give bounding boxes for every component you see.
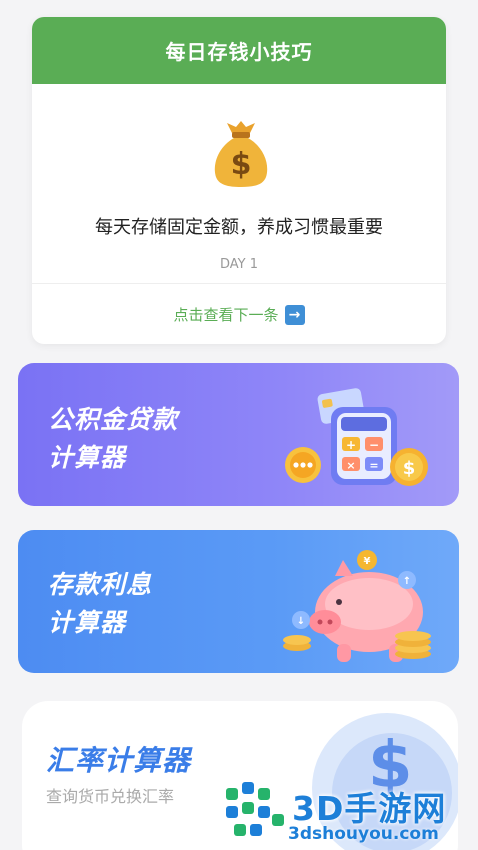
svg-text:$: $ <box>403 458 416 479</box>
deposit-interest-calculator-card[interactable]: 存款利息 计算器 ¥ ↑ ↓ <box>18 530 459 673</box>
watermark-url: 3dshouyou.com <box>288 824 439 844</box>
money-bag-icon: $ <box>214 121 268 187</box>
exchange-rate-title: 汇率计算器 <box>46 744 192 777</box>
tip-card-header: 每日存钱小技巧 <box>32 17 446 84</box>
next-tip-label: 点击查看下一条 <box>173 306 279 324</box>
deposit-interest-calculator-title: 存款利息 计算器 <box>48 570 153 637</box>
tip-text: 每天存储固定金额，养成习惯最重要 <box>95 217 383 238</box>
divider <box>32 283 446 284</box>
svg-text:¥: ¥ <box>364 556 371 567</box>
tip-day-label: DAY 1 <box>219 257 258 272</box>
fund-loan-calculator-card[interactable]: 公积金贷款 计算器 + − × = $ <box>18 363 459 506</box>
svg-text:×: × <box>346 459 355 472</box>
calculator-icon: + − × = $ <box>285 388 428 486</box>
svg-text:+: + <box>346 438 356 452</box>
next-tip-button[interactable]: 点击查看下一条 → <box>32 304 446 325</box>
exchange-rate-subtitle: 查询货币兑换汇率 <box>46 787 175 806</box>
svg-text:↑: ↑ <box>403 576 411 587</box>
watermark-brand: 3D手游网 <box>292 789 447 828</box>
daily-tip-card: 每日存钱小技巧 $ 每天存储固定金额，养成习惯最重要 DAY 1 点击查看下一条… <box>32 17 446 344</box>
fund-loan-calculator-title: 公积金贷款 计算器 <box>48 405 179 472</box>
svg-text:↓: ↓ <box>297 616 305 627</box>
piggy-bank-icon: ¥ ↑ ↓ <box>283 550 431 662</box>
svg-text:=: = <box>369 459 378 472</box>
arrow-right-icon: → <box>284 304 305 325</box>
svg-text:$: $ <box>231 147 252 182</box>
svg-text:−: − <box>369 438 379 452</box>
